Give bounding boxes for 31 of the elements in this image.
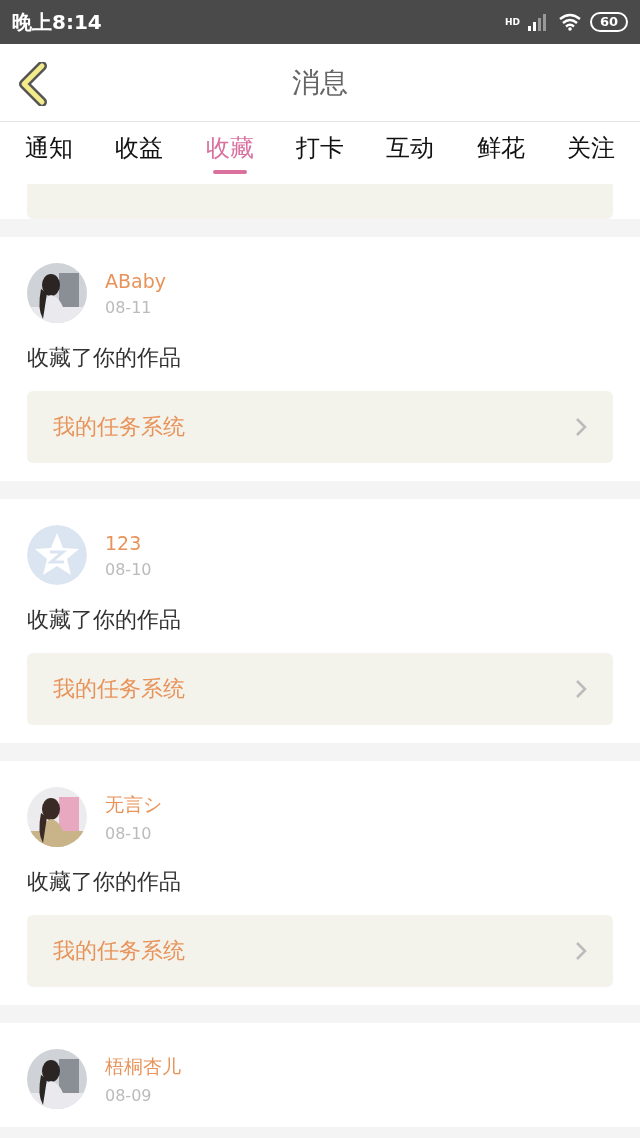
tab[interactable]: 收藏 (201, 122, 258, 184)
user-name[interactable]: 123 (105, 531, 152, 554)
chevron-right-icon (575, 417, 587, 437)
user-name[interactable]: 梧桐杏儿 (105, 1053, 181, 1080)
tab[interactable]: 收益 (111, 122, 168, 184)
tab[interactable]: 互动 (382, 122, 439, 184)
message-date: 08-10 (105, 823, 153, 843)
task-link[interactable]: 我的任务系统 (27, 653, 613, 725)
message-text: 收藏了你的作品 (27, 868, 182, 896)
user-name[interactable]: ABaby (105, 269, 166, 292)
task-link[interactable]: 我的任务系统 (27, 915, 613, 987)
user-name[interactable]: 无言シ (105, 791, 162, 818)
message-date: 08-09 (105, 1085, 153, 1105)
task-link[interactable]: 我的任务系统 (27, 391, 613, 463)
message-date: 08-10 (105, 559, 152, 579)
message-text: 收藏了你的作品 (27, 606, 182, 634)
wifi-icon (557, 13, 582, 31)
tab[interactable]: 通知 (21, 122, 78, 184)
tab[interactable]: 打卡 (292, 122, 348, 184)
battery-indicator: 60 (589, 12, 628, 32)
message-date: 08-11 (105, 297, 153, 317)
chevron-right-icon (575, 679, 587, 699)
chevron-right-icon (575, 941, 587, 961)
star-avatar-icon (27, 525, 87, 585)
network-label: HD (504, 17, 520, 27)
status-time: 晚上8:14 (12, 8, 103, 36)
back-icon[interactable] (16, 62, 50, 106)
tab[interactable]: 鲜花 (472, 122, 529, 184)
page-title: 消息 (292, 64, 348, 101)
message-text: 收藏了你的作品 (27, 344, 182, 372)
tab[interactable]: 关注 (562, 122, 619, 184)
